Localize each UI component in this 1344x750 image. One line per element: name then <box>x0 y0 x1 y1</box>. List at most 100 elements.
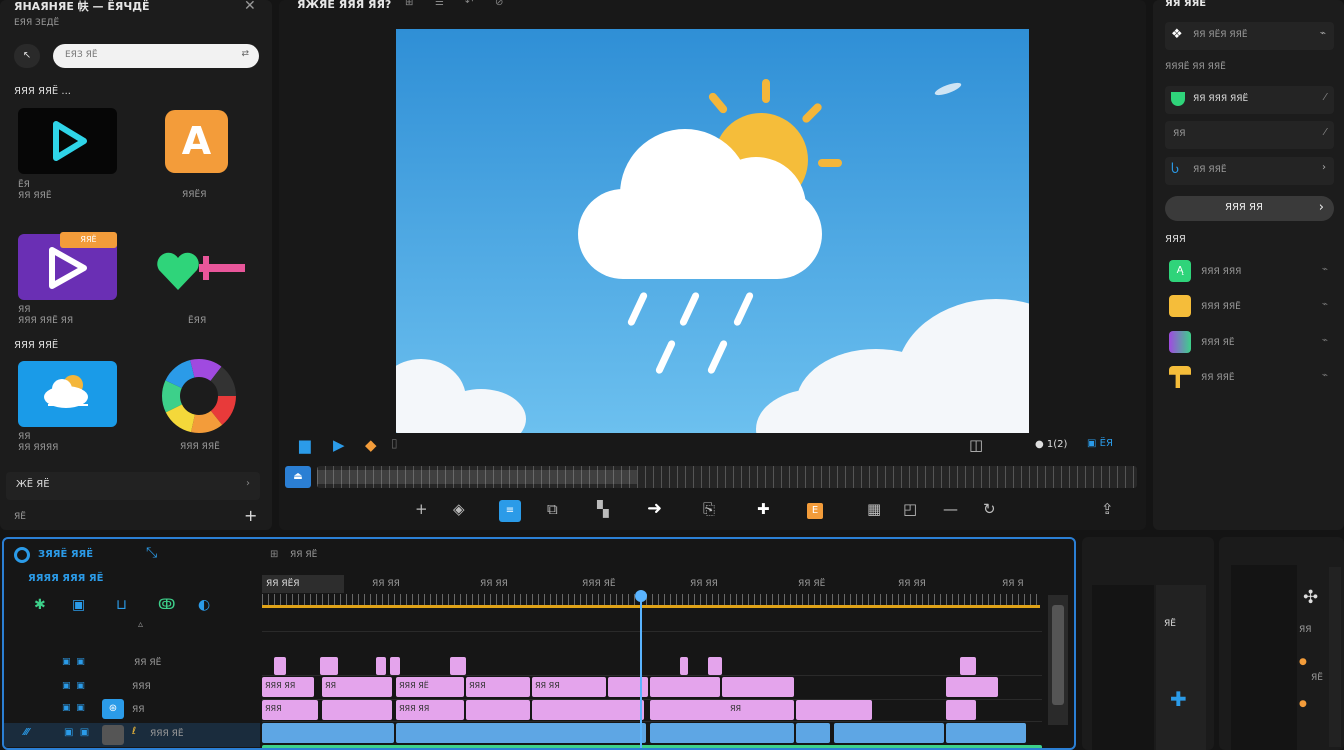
grid-icon[interactable]: ⊞ <box>405 0 413 8</box>
more-assets-row[interactable]: ЖЁ ЯЁ › <box>6 472 260 500</box>
effect-item[interactable]: ЯЯ ЯЯЁ ⌁ <box>1165 364 1334 392</box>
timeline-tab[interactable]: ЯЯ ЯЁ <box>290 550 317 560</box>
marker-icon[interactable]: ⊔ <box>116 597 127 613</box>
effects-icon[interactable]: E <box>807 503 823 519</box>
clip[interactable] <box>834 723 944 743</box>
crosshair-icon[interactable]: ✚ <box>1170 687 1187 711</box>
clip[interactable] <box>262 723 394 743</box>
arrow-right-icon[interactable]: ➜ <box>647 498 662 519</box>
apply-button[interactable]: ЯЯЯ ЯЯ › <box>1165 196 1334 221</box>
clip[interactable] <box>796 723 830 743</box>
property-row[interactable]: ЯЯ ⁄ <box>1165 121 1334 149</box>
scrollbar-thumb[interactable] <box>1052 605 1064 705</box>
camera-icon[interactable]: ▶ <box>333 436 345 454</box>
timeline-ruler[interactable] <box>262 594 1040 608</box>
fullscreen-button[interactable]: ▣ ЁЯ <box>1087 438 1113 449</box>
vertical-scrollbar[interactable] <box>1048 595 1068 725</box>
disable-icon[interactable]: ⊘ <box>495 0 503 8</box>
close-icon[interactable]: ✕ <box>244 0 256 14</box>
effect-item[interactable]: ЯЯЯ ЯЁ ⌁ <box>1165 329 1334 357</box>
clip[interactable] <box>946 700 976 720</box>
clip[interactable] <box>946 723 1026 743</box>
add-icon[interactable]: + <box>244 506 257 525</box>
search-input[interactable]: ЕЯЗ ЯЁ ⇄ <box>53 44 259 68</box>
move-icon[interactable]: ✣ <box>1303 587 1318 608</box>
scrollbar[interactable] <box>1329 567 1341 747</box>
marker-clip[interactable] <box>960 657 976 675</box>
marker-clip[interactable] <box>708 657 722 675</box>
clip[interactable] <box>396 723 646 743</box>
track-lock-icon[interactable] <box>102 725 124 745</box>
folder-icon[interactable]: ▆ <box>299 436 311 454</box>
marker-clip[interactable] <box>450 657 466 675</box>
heart-arrow-icon[interactable] <box>155 246 250 296</box>
clip[interactable]: ЯЯЯ ЯЯ <box>396 700 464 720</box>
clip[interactable]: ЯЯ ЯЯ <box>532 677 606 697</box>
layers-icon[interactable]: ▚ <box>597 500 609 518</box>
device-icon[interactable]: ▯ <box>391 436 398 450</box>
track-toggle-icon[interactable]: ▣ ▣ <box>62 681 85 691</box>
color-wheel-icon[interactable] <box>160 357 238 435</box>
clip[interactable]: ЯЯЯ <box>466 677 530 697</box>
magnet-icon[interactable]: ◐ <box>198 597 210 613</box>
clip[interactable]: ЯЯ <box>650 700 794 720</box>
weather-asset-tile[interactable] <box>18 361 117 427</box>
list-icon[interactable]: ☰ <box>435 0 444 8</box>
clip[interactable]: ЯЯЯ ЯЯ <box>262 677 314 697</box>
loop-icon[interactable]: ↂ <box>158 597 175 613</box>
property-row[interactable]: Ⴑ ЯЯ ЯЯЁ › <box>1165 157 1334 185</box>
property-row[interactable]: ЯЯ ЯЯЯ ЯЯЁ ⁄ <box>1165 86 1334 114</box>
track-toggle-icon[interactable]: ▣ ▣ <box>62 703 85 713</box>
redo-icon[interactable]: ↻ <box>983 500 996 518</box>
clip[interactable] <box>946 677 998 697</box>
snapshot-icon[interactable]: ◫ <box>969 436 983 454</box>
marker-clip[interactable] <box>390 657 400 675</box>
scrubber-thumb[interactable]: ⏏ <box>285 466 311 488</box>
marker-clip[interactable] <box>320 657 338 675</box>
snap-icon[interactable]: ▵ <box>138 619 143 630</box>
property-row[interactable]: ❖ ЯЯ ЯЁЯ ЯЯЁ ⌁ <box>1165 22 1334 50</box>
clip[interactable] <box>650 677 720 697</box>
video-preview[interactable] <box>396 29 1029 433</box>
marker-clip[interactable] <box>274 657 286 675</box>
clip[interactable] <box>722 677 794 697</box>
minus-icon[interactable]: — <box>943 500 958 518</box>
asset-tile-video[interactable] <box>18 108 117 174</box>
tag-icon[interactable]: ◆ <box>365 436 377 454</box>
copy-icon[interactable]: ⎘ <box>703 500 715 518</box>
clip[interactable] <box>650 723 794 743</box>
clip[interactable] <box>532 700 644 720</box>
keyframe-icon[interactable]: ◈ <box>453 500 465 518</box>
marker-clip[interactable] <box>680 657 688 675</box>
playhead-handle[interactable] <box>635 590 647 602</box>
clip[interactable] <box>322 700 392 720</box>
undo-icon[interactable]: ↶ <box>465 0 473 8</box>
clip[interactable]: ЯЯ <box>322 677 392 697</box>
effect-item[interactable]: Ą ЯЯЯ ЯЯЯ ⌁ <box>1165 258 1334 286</box>
back-icon[interactable]: ↖ <box>14 44 40 68</box>
clip[interactable] <box>608 677 648 697</box>
collapse-icon[interactable]: ⤡ <box>146 545 157 561</box>
marker-clip[interactable] <box>376 657 386 675</box>
text-asset-icon[interactable]: A <box>165 110 228 173</box>
caption-icon[interactable]: ≡ <box>499 500 521 522</box>
frame-icon[interactable]: ▣ <box>72 597 85 613</box>
add-icon[interactable]: + <box>415 500 428 518</box>
effect-item[interactable]: ЯЯЯ ЯЯЁ ⌁ <box>1165 293 1334 321</box>
export-icon[interactable]: ⇪ <box>1101 500 1114 518</box>
selected-track-header[interactable]: ⁄⁄⁄ ▣ ▣ ℓ ЯЯЯ ЯЁ <box>4 723 260 747</box>
track-toggle-icon[interactable]: ▣ ▣ <box>62 657 85 667</box>
audio-clip[interactable] <box>262 745 1042 748</box>
playhead[interactable] <box>640 594 642 748</box>
clip[interactable] <box>796 700 872 720</box>
clip[interactable] <box>466 700 530 720</box>
clip[interactable]: ЯЯЯ ЯЁ <box>396 677 464 697</box>
track-lock-icon[interactable]: ⊛ <box>102 699 124 719</box>
clip[interactable]: ЯЯЯ <box>262 700 318 720</box>
crop-icon[interactable]: ⧉ <box>547 500 558 518</box>
tool-icon[interactable]: ✱ <box>34 597 46 613</box>
split-icon[interactable]: ✚ <box>757 500 770 518</box>
frame-icon[interactable]: ◰ <box>903 500 917 518</box>
track-toggle-icon[interactable]: ▣ ▣ <box>64 727 89 738</box>
filter-icon[interactable]: ▦ <box>867 500 881 518</box>
